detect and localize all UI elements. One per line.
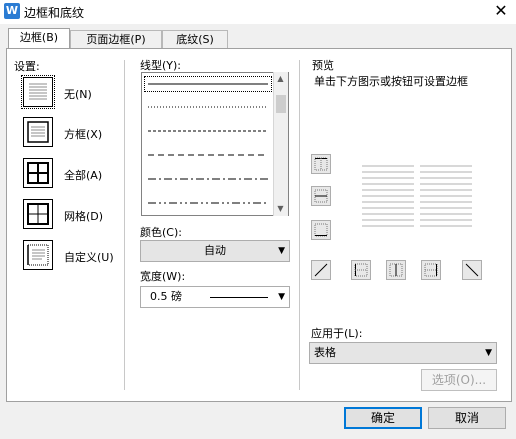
color-value: 自动 (204, 244, 226, 257)
line-type-label: 线型(Y): (140, 59, 182, 72)
width-label: 宽度(W): (140, 270, 186, 283)
preview-hint: 单击下方图示或按钮可设置边框 (314, 75, 468, 88)
scroll-down-icon[interactable]: ▼ (273, 204, 288, 213)
column-divider-left (124, 60, 125, 390)
inside-vertical-border-button[interactable] (386, 260, 406, 280)
diagonal-up-border-button[interactable] (311, 260, 331, 280)
setting-none-label[interactable]: 无(N) (64, 86, 92, 102)
width-line-sample (210, 297, 268, 298)
setting-custom-label[interactable]: 自定义(U) (64, 249, 114, 265)
ok-button[interactable]: 确定 (344, 407, 422, 429)
setting-box-label[interactable]: 方框(X) (64, 126, 102, 142)
settings-label: 设置: (14, 60, 40, 73)
right-border-button[interactable] (421, 260, 441, 280)
diagonal-down-border-button[interactable] (462, 260, 482, 280)
line-style-options[interactable] (148, 74, 272, 214)
border-custom-icon[interactable] (23, 240, 53, 270)
border-box-icon[interactable] (23, 117, 53, 147)
bottom-border-button[interactable] (311, 220, 331, 240)
column-divider-right (299, 60, 300, 390)
width-value: 0.5 磅 (150, 290, 182, 303)
close-icon[interactable]: ✕ (490, 1, 512, 21)
wps-app-icon: W (4, 3, 20, 19)
color-label: 颜色(C): (140, 226, 182, 239)
preview-label: 预览 (312, 59, 334, 72)
preview-table[interactable] (360, 162, 475, 234)
chevron-down-icon: ▼ (485, 348, 492, 358)
top-border-button[interactable] (311, 154, 331, 174)
options-button[interactable]: 选项(O)... (421, 369, 497, 391)
apply-to-label: 应用于(L): (311, 327, 363, 340)
chevron-down-icon: ▼ (278, 246, 285, 256)
window-title: 边框和底纹 (24, 6, 85, 20)
inside-horizontal-border-button[interactable] (311, 186, 331, 206)
left-border-button[interactable] (351, 260, 371, 280)
cancel-button[interactable]: 取消 (428, 407, 506, 429)
apply-to-select[interactable]: 表格 ▼ (309, 342, 497, 364)
tab-border[interactable]: 边框(B) (8, 28, 70, 50)
tab-shading[interactable]: 底纹(S) (162, 30, 228, 49)
tab-page-border[interactable]: 页面边框(P) (70, 30, 162, 49)
setting-grid-label[interactable]: 网格(D) (64, 208, 103, 224)
width-select[interactable]: 0.5 磅 ▼ (140, 286, 290, 308)
scroll-thumb[interactable] (276, 95, 286, 113)
scroll-up-icon[interactable]: ▲ (273, 74, 288, 83)
apply-to-value: 表格 (314, 346, 336, 359)
border-all-icon[interactable] (23, 158, 53, 188)
border-grid-icon[interactable] (23, 199, 53, 229)
color-select[interactable]: 自动 ▼ (140, 240, 290, 262)
setting-all-label[interactable]: 全部(A) (64, 167, 102, 183)
border-none-icon[interactable] (21, 75, 55, 109)
chevron-down-icon: ▼ (278, 292, 285, 302)
line-list-scrollbar[interactable] (273, 72, 288, 216)
